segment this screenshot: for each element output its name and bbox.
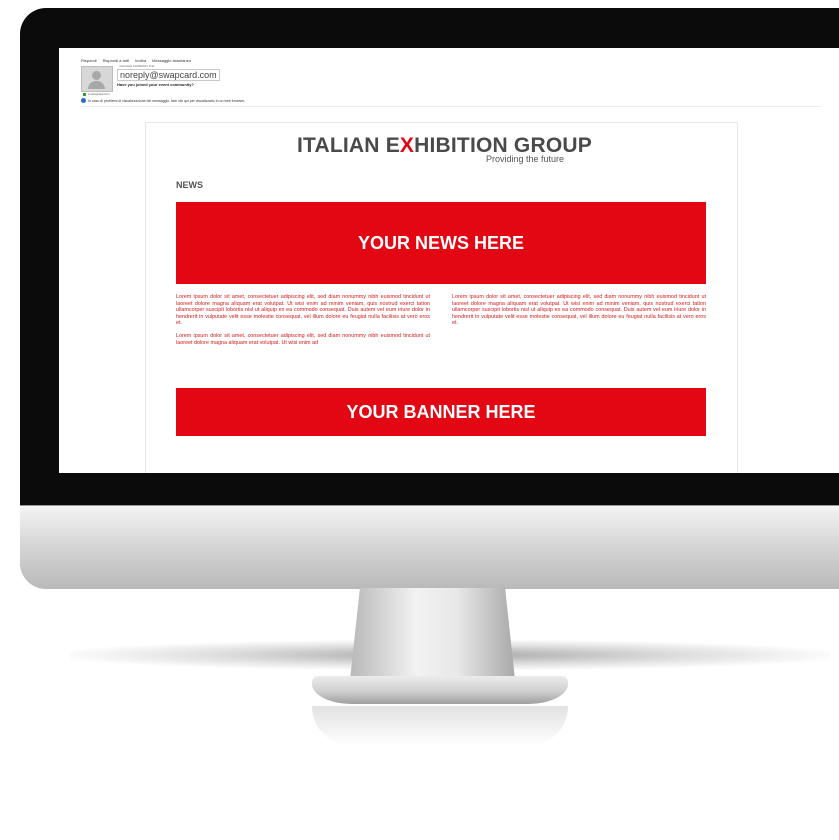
stand-reflection xyxy=(312,706,568,746)
instant-message-button[interactable]: Messaggio istantaneo xyxy=(152,58,191,63)
forward-button[interactable]: Inoltra xyxy=(135,58,146,63)
left-paragraph-1: Lorem ipsum dolor sit amet, consectetuer… xyxy=(176,294,430,327)
info-text[interactable]: In caso di problemi di visualizzazione d… xyxy=(88,99,245,103)
sender-address[interactable]: noreply@swapcard.com xyxy=(117,69,220,81)
info-icon xyxy=(81,98,86,103)
email-recipient: a swapcard.com xyxy=(83,92,110,96)
email-sender[interactable]: noreply@swapcard.com xyxy=(117,69,220,81)
right-column: Lorem ipsum dolor sit amet, consectetuer… xyxy=(452,294,706,333)
email-datetime: mercoledì 10/05/2017 9:41 xyxy=(119,64,155,68)
header-divider xyxy=(81,106,821,107)
left-column: Lorem ipsum dolor sit amet, consectetuer… xyxy=(176,294,430,352)
monitor-stand-base xyxy=(312,676,568,704)
recipient-label: a swapcard.com xyxy=(88,92,110,96)
monitor-stand-neck xyxy=(350,588,515,680)
email-subject: Have you joined your event community? xyxy=(117,82,194,87)
logo-tagline: Providing the future xyxy=(486,154,565,164)
news-banner[interactable]: YOUR NEWS HERE xyxy=(176,202,706,284)
left-paragraph-2: Lorem ipsum dolor sit amet, consectetuer… xyxy=(176,332,430,346)
presence-icon xyxy=(83,92,86,96)
promo-banner[interactable]: YOUR BANNER HERE xyxy=(176,388,706,436)
section-label: NEWS xyxy=(176,180,203,190)
avatar xyxy=(81,66,113,92)
reply-button[interactable]: Rispondi xyxy=(81,58,97,63)
info-bar[interactable]: In caso di problemi di visualizzazione d… xyxy=(81,98,245,103)
news-banner-label: YOUR NEWS HERE xyxy=(357,232,525,253)
monitor-chin xyxy=(20,505,839,589)
screen: Rispondi Rispondi a tutti Inoltra Messag… xyxy=(59,48,839,473)
email-toolbar: Rispondi Rispondi a tutti Inoltra Messag… xyxy=(81,58,191,63)
promo-banner-label: YOUR BANNER HERE xyxy=(346,401,536,422)
reply-all-button[interactable]: Rispondi a tutti xyxy=(103,58,129,63)
right-paragraph-1: Lorem ipsum dolor sit amet, consectetuer… xyxy=(452,294,706,327)
